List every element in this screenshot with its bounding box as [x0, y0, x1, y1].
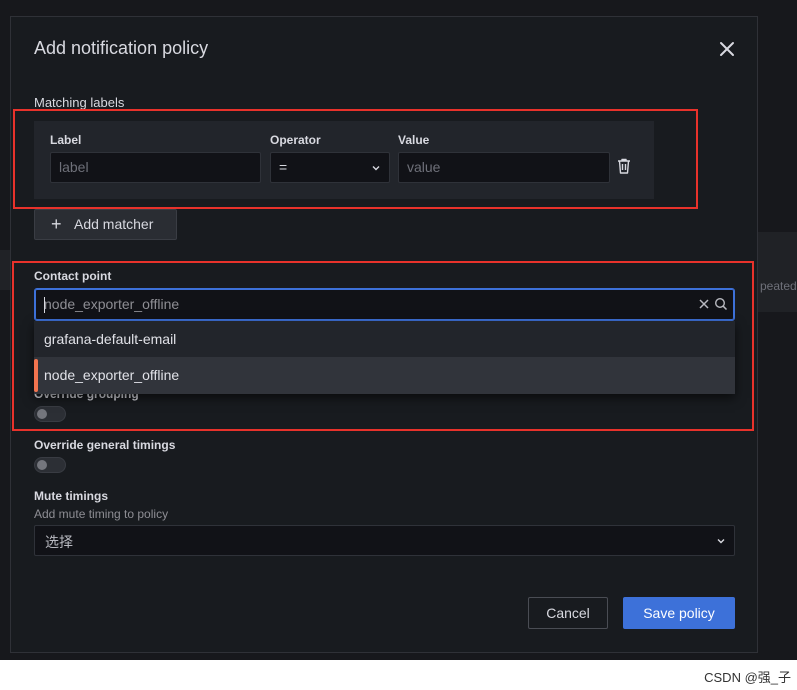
chevron-down-icon	[717, 539, 725, 544]
matching-labels-heading: Matching labels	[34, 95, 125, 110]
toggle-knob	[37, 460, 47, 470]
watermark: CSDN @强_子	[704, 670, 791, 685]
modal-title: Add notification policy	[34, 38, 209, 58]
background-text-fragment: peated	[760, 279, 797, 293]
save-policy-button[interactable]: Save policy	[623, 597, 735, 629]
mute-timings-description: Add mute timing to policy	[34, 507, 169, 521]
mute-timings-heading: Mute timings	[34, 489, 108, 503]
background-panel	[758, 232, 797, 312]
plus-icon: +	[51, 214, 62, 234]
override-timings-label: Override general timings	[34, 438, 176, 452]
cancel-button[interactable]: Cancel	[528, 597, 608, 629]
annotation-box-contact-point	[12, 261, 754, 431]
override-timings-toggle[interactable]	[34, 457, 66, 473]
background-panel	[0, 250, 10, 290]
close-button[interactable]	[715, 37, 739, 61]
add-matcher-button[interactable]: + Add matcher	[34, 209, 177, 240]
annotation-box-matchers	[13, 109, 698, 209]
mute-timings-placeholder: 选择	[45, 534, 73, 550]
close-icon	[720, 42, 734, 56]
mute-timings-select[interactable]: 选择	[34, 525, 735, 556]
add-matcher-label: Add matcher	[74, 216, 154, 232]
